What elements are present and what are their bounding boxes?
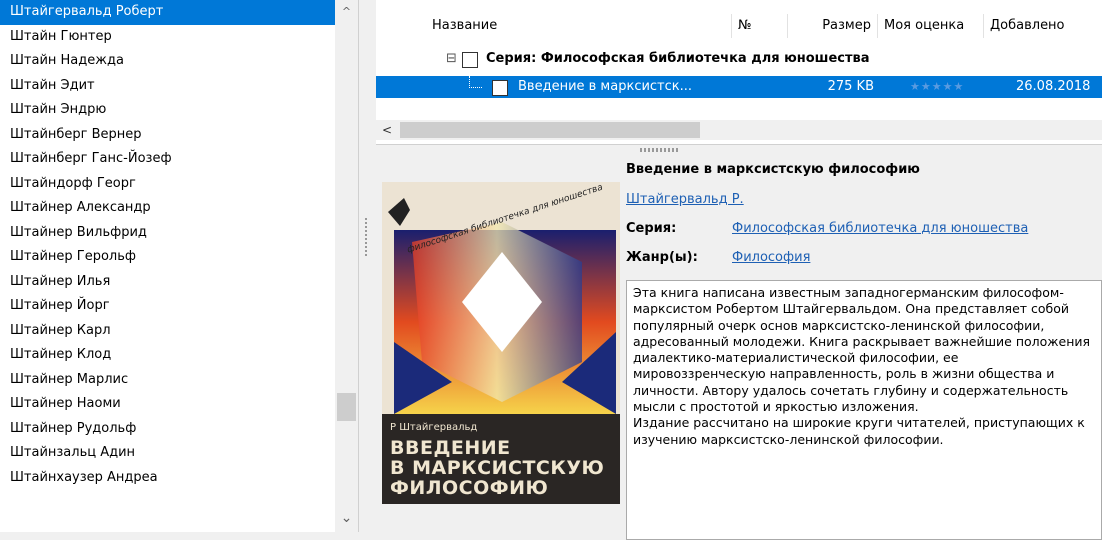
- author-list-item[interactable]: Штайнер Карл: [0, 319, 335, 344]
- author-list-item[interactable]: Штайнер Вильфрид: [0, 221, 335, 246]
- book-details: Введение в марксистскую философию Штайге…: [626, 158, 1102, 540]
- table-hscrollbar[interactable]: <: [376, 120, 1102, 140]
- author-link[interactable]: Штайгервальд Р.: [626, 192, 744, 207]
- series-label: Серия: Философская библиотечка для юноше…: [486, 51, 870, 66]
- genre-field-label: Жанр(ы):: [626, 250, 698, 265]
- book-size-cell: 275 KB: [827, 79, 874, 94]
- book-cover-image: философская библиотечка для юношества Р …: [382, 182, 620, 504]
- scrollbar-thumb[interactable]: [337, 393, 356, 421]
- author-list-item[interactable]: Штайнер Герольф: [0, 245, 335, 270]
- author-list-item[interactable]: Штайнберг Ганс-Йозеф: [0, 147, 335, 172]
- book-added-cell: 26.08.2018: [1016, 79, 1091, 94]
- author-list-item[interactable]: Штайгервальд Роберт: [0, 0, 335, 25]
- author-list-item[interactable]: Штайн Эндрю: [0, 98, 335, 123]
- author-list-scrollbar[interactable]: ^ ⌄: [335, 0, 358, 532]
- scroll-up-icon[interactable]: ^: [335, 2, 358, 22]
- collapse-icon[interactable]: ⊟: [446, 48, 457, 70]
- author-list-item[interactable]: Штайн Гюнтер: [0, 25, 335, 50]
- cover-title-text: ВВЕДЕНИЕ В МАРКСИСТСКУЮ ФИЛОСОФИЮ: [390, 438, 604, 498]
- column-header-title[interactable]: Название: [426, 14, 732, 38]
- scroll-down-icon[interactable]: ⌄: [335, 508, 358, 528]
- author-list-item[interactable]: Штайнер Марлис: [0, 368, 335, 393]
- cover-title-line: ВВЕДЕНИЕ: [390, 437, 511, 459]
- tree-line: [469, 76, 482, 88]
- rating-stars[interactable]: ★★★★★: [910, 76, 964, 98]
- author-list: Штайгервальд Роберт Штайн Гюнтер Штайн Над…: [0, 0, 335, 490]
- author-list-item[interactable]: Штайнер Рудольф: [0, 417, 335, 442]
- author-list-item[interactable]: Штайнер Йорг: [0, 294, 335, 319]
- book-row[interactable]: Введение в марксистск... 275 KB ★★★★★ 26…: [376, 76, 1102, 98]
- series-link[interactable]: Философская библиотечка для юношества: [732, 221, 1028, 236]
- column-header-added[interactable]: Добавлено: [984, 14, 1102, 38]
- cover-title-line: В МАРКСИСТСКУЮ: [390, 457, 605, 479]
- column-header-number[interactable]: №: [732, 14, 788, 38]
- author-list-item[interactable]: Штайнер Клод: [0, 343, 335, 368]
- author-list-item[interactable]: Штайнер Наоми: [0, 392, 335, 417]
- book-title: Введение в марксистскую философию: [626, 162, 920, 177]
- series-row[interactable]: ⊟ Серия: Философская библиотечка для юно…: [376, 48, 1102, 70]
- horizontal-splitter[interactable]: [640, 148, 680, 152]
- hscroll-thumb[interactable]: [400, 122, 700, 138]
- series-checkbox[interactable]: [462, 52, 478, 68]
- author-list-item[interactable]: Штайндорф Георг: [0, 172, 335, 197]
- vertical-splitter[interactable]: [361, 0, 372, 532]
- author-list-item[interactable]: Штайн Эдит: [0, 74, 335, 99]
- author-list-item[interactable]: Штайнер Александр: [0, 196, 335, 221]
- column-header-size[interactable]: Размер: [788, 14, 878, 38]
- table-header: Название № Размер Моя оценка Добавлено: [376, 0, 1102, 48]
- book-table: Название № Размер Моя оценка Добавлено ⊟…: [376, 0, 1102, 145]
- author-list-item[interactable]: Штайнберг Вернер: [0, 123, 335, 148]
- cover-author-text: Р Штайгервальд: [390, 422, 478, 433]
- author-list-item[interactable]: Штайнзальц Адин: [0, 441, 335, 466]
- author-list-item[interactable]: Штайнер Илья: [0, 270, 335, 295]
- column-header-rating[interactable]: Моя оценка: [878, 14, 984, 38]
- author-list-panel: Штайгервальд Роберт Штайн Гюнтер Штайн Над…: [0, 0, 359, 532]
- cover-title-line: ФИЛОСОФИЮ: [390, 477, 549, 499]
- author-list-item[interactable]: Штайн Надежда: [0, 49, 335, 74]
- series-field-label: Серия:: [626, 221, 677, 236]
- book-description: Эта книга написана известным западногерм…: [626, 280, 1102, 540]
- scroll-left-icon[interactable]: <: [382, 120, 394, 140]
- genre-link[interactable]: Философия: [732, 250, 810, 265]
- author-list-item[interactable]: Штайнхаузер Андреа: [0, 466, 335, 491]
- book-title-cell: Введение в марксистск...: [518, 79, 693, 94]
- book-checkbox[interactable]: [492, 80, 508, 96]
